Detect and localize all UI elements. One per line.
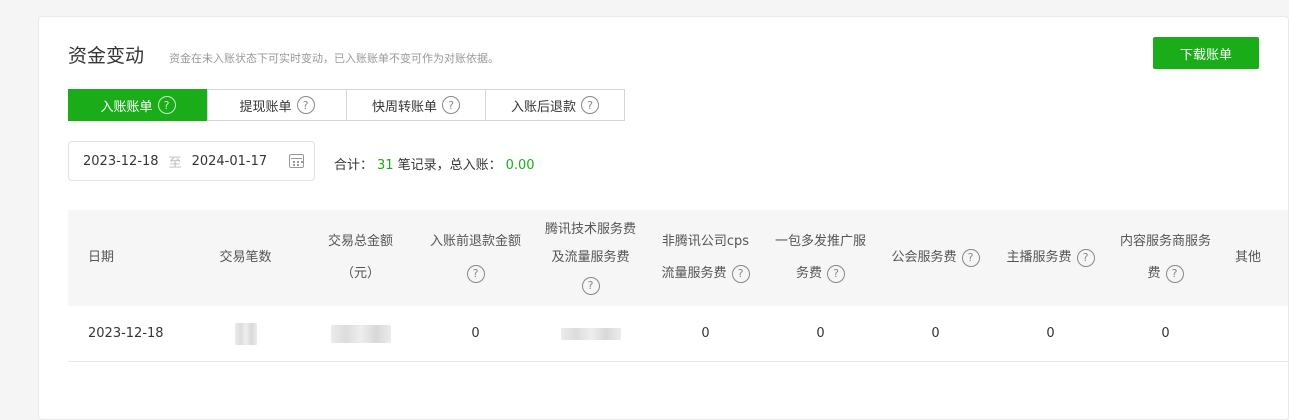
bill-tabs: 入账账单 ? 提现账单 ? 快周转账单 ? 入账后退款 ? xyxy=(68,89,625,121)
table-header: 日期 交易笔数 交易总金额 （元） 入账前退款金额 ? 腾讯技术服务费 及流量服… xyxy=(68,210,1288,306)
cell-guild-service-fee: 0 xyxy=(931,326,940,341)
header-bundle-promotion-fee: 一包多发推广服 务费? xyxy=(774,234,866,283)
date-range-picker[interactable]: 2023-12-18 至 2024-01-17 xyxy=(68,141,315,181)
cell-content-provider-fee: 0 xyxy=(1161,326,1170,341)
header-transaction-count: 交易笔数 xyxy=(219,250,272,265)
summary-text: 合计： 31 笔记录，总入账： 0.00 xyxy=(334,154,539,173)
page-subtitle: 资金在未入账状态下可实时变动，已入账账单不变可作为对账依据。 xyxy=(169,52,499,65)
summary-prefix: 合计： xyxy=(334,158,374,173)
tab-withdrawal-bill[interactable]: 提现账单 ? xyxy=(207,89,347,121)
end-date[interactable]: 2024-01-17 xyxy=(192,154,268,169)
cell-tencent-service-fee xyxy=(533,326,648,341)
summary-middle: 笔记录，总入账： xyxy=(397,158,502,173)
help-icon[interactable]: ? xyxy=(1076,248,1095,267)
help-icon[interactable]: ? xyxy=(442,96,460,114)
cell-transaction-amount xyxy=(303,324,418,343)
download-bill-button[interactable]: 下载账单 xyxy=(1153,37,1259,69)
tab-incoming-bill[interactable]: 入账账单 ? xyxy=(68,89,208,121)
header-streamer-service-fee: 主播服务费? xyxy=(993,246,1108,270)
help-icon[interactable]: ? xyxy=(1165,264,1184,283)
header-non-tencent-cps-fee: 非腾讯公司cps 流量服务费? xyxy=(661,234,750,283)
help-icon[interactable]: ? xyxy=(961,248,980,267)
tab-label: 提现账单 xyxy=(239,99,292,115)
header-tencent-service-fee: 腾讯技术服务费 及流量服务费 ? xyxy=(533,218,648,298)
help-icon[interactable]: ? xyxy=(581,96,599,114)
redacted-value xyxy=(234,322,257,345)
header-pre-entry-refund: 入账前退款金额 ? xyxy=(418,230,533,286)
help-icon[interactable]: ? xyxy=(581,276,600,295)
cell-bundle-promotion-fee: 0 xyxy=(816,326,825,341)
start-date[interactable]: 2023-12-18 xyxy=(83,154,159,169)
tab-label: 入账账单 xyxy=(100,99,153,115)
tab-quick-turnover-bill[interactable]: 快周转账单 ? xyxy=(346,89,486,121)
date-separator: 至 xyxy=(168,155,182,171)
help-icon[interactable]: ? xyxy=(731,264,750,283)
bill-table: 日期 交易笔数 交易总金额 （元） 入账前退款金额 ? 腾讯技术服务费 及流量服… xyxy=(68,210,1288,362)
cell-streamer-service-fee: 0 xyxy=(1046,326,1055,341)
record-count: 31 xyxy=(377,158,394,173)
fund-changes-card: 资金变动 资金在未入账状态下可实时变动，已入账账单不变可作为对账依据。 下载账单… xyxy=(38,16,1289,420)
redacted-value xyxy=(330,324,391,343)
header-guild-service-fee: 公会服务费? xyxy=(878,246,993,270)
table-row: 2023-12-18 0 0 0 0 0 0 xyxy=(68,306,1288,362)
page-title: 资金变动 xyxy=(68,45,145,67)
redacted-value xyxy=(560,327,621,340)
help-icon[interactable]: ? xyxy=(466,264,485,283)
cell-date: 2023-12-18 xyxy=(88,326,164,341)
cell-pre-entry-refund: 0 xyxy=(471,326,480,341)
cell-non-tencent-cps-fee: 0 xyxy=(701,326,710,341)
calendar-icon[interactable] xyxy=(289,154,304,168)
header-content-provider-fee: 内容服务商服务 费? xyxy=(1119,234,1211,283)
cell-transaction-count xyxy=(188,322,303,345)
header-other: 其他 xyxy=(1235,250,1262,265)
header-date: 日期 xyxy=(88,250,115,265)
header-transaction-amount: 交易总金额 （元） xyxy=(327,234,393,281)
tab-label: 入账后退款 xyxy=(510,99,576,115)
help-icon[interactable]: ? xyxy=(157,96,176,114)
help-icon[interactable]: ? xyxy=(827,264,845,283)
tab-post-entry-refund[interactable]: 入账后退款 ? xyxy=(485,89,625,121)
total-amount: 0.00 xyxy=(505,158,535,173)
tab-label: 快周转账单 xyxy=(371,99,437,115)
help-icon[interactable]: ? xyxy=(296,96,315,114)
